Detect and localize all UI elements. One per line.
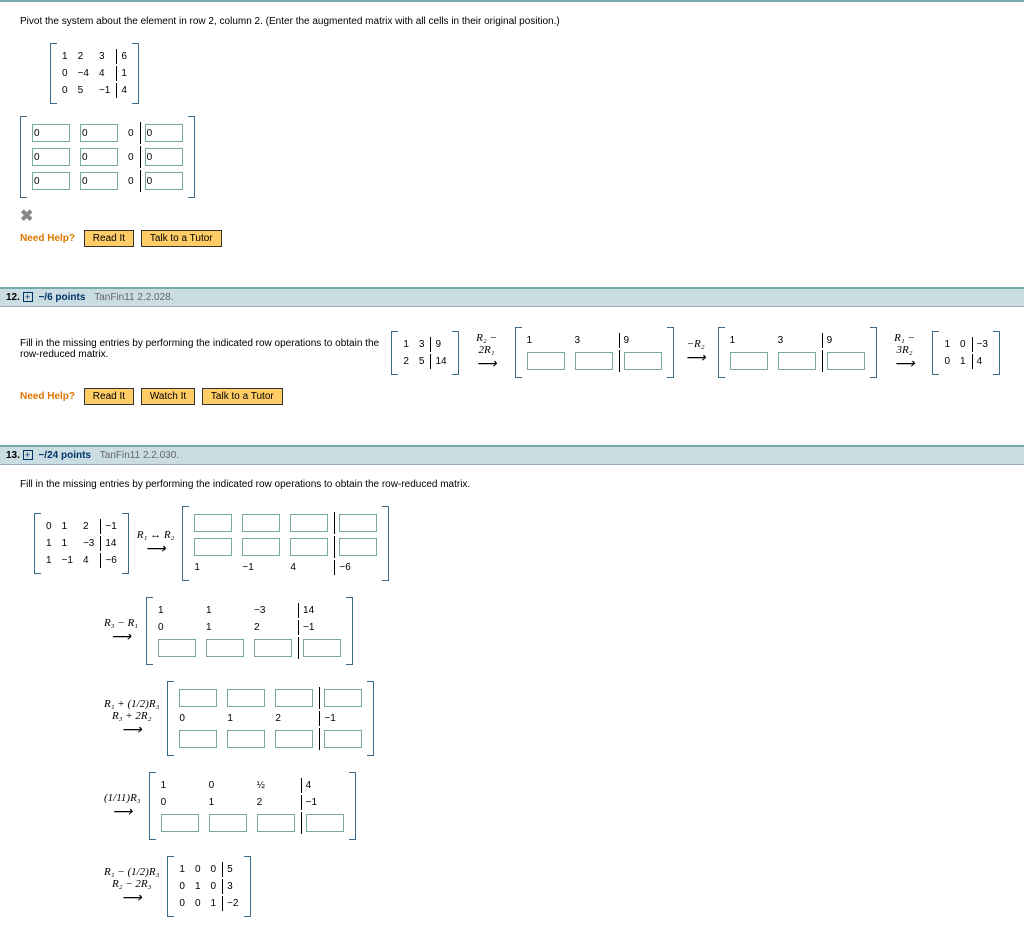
q13-s4: 10½4 012−1 bbox=[149, 772, 356, 840]
i[interactable] bbox=[161, 814, 199, 832]
read-it-button[interactable]: Read It bbox=[84, 388, 134, 405]
q12-i4[interactable] bbox=[730, 352, 768, 370]
q12-i6[interactable] bbox=[827, 352, 865, 370]
q11-c-0-1[interactable] bbox=[80, 124, 118, 142]
q12-op3: R₁ − 3R₂⟶ bbox=[885, 332, 925, 373]
i[interactable] bbox=[275, 730, 313, 748]
q12-header: 12. + −/6 points TanFin11 2.2.028. bbox=[0, 289, 1024, 307]
i[interactable] bbox=[324, 730, 362, 748]
q13-op4: (1/11)R₃⟶ bbox=[100, 792, 145, 821]
q12-instr: Fill in the missing entries by performin… bbox=[20, 338, 383, 360]
i[interactable] bbox=[254, 639, 292, 657]
i[interactable] bbox=[303, 639, 341, 657]
need-help-label: Need Help? bbox=[20, 233, 75, 244]
q12-op2: −R₂⟶ bbox=[682, 338, 710, 367]
q12-i5[interactable] bbox=[778, 352, 816, 370]
i[interactable] bbox=[179, 689, 217, 707]
i[interactable] bbox=[194, 514, 232, 532]
i[interactable] bbox=[194, 538, 232, 556]
q13-s1: 1−14−6 bbox=[182, 506, 389, 581]
q12-i2[interactable] bbox=[575, 352, 613, 370]
i[interactable] bbox=[339, 514, 377, 532]
i[interactable] bbox=[324, 689, 362, 707]
q13-op5: R₁ − (1/2)R₃R₂ − 2R₃⟶ bbox=[100, 866, 163, 907]
q11-given-matrix: 1236 0−441 05−14 bbox=[50, 43, 139, 104]
i[interactable] bbox=[257, 814, 295, 832]
talk-tutor-button[interactable]: Talk to a Tutor bbox=[141, 230, 222, 247]
q13-op2: R₃ − R₁⟶ bbox=[100, 617, 142, 646]
q11-c-1-3[interactable] bbox=[145, 148, 183, 166]
q12-m4: 10−3 014 bbox=[932, 331, 1000, 375]
q13-op1: R₁ ↔ R₂⟶ bbox=[133, 529, 179, 558]
i[interactable] bbox=[339, 538, 377, 556]
q11-c-0-0[interactable] bbox=[32, 124, 70, 142]
incorrect-icon: ✖ bbox=[20, 206, 1004, 226]
q13-m1: 012−1 11−314 1−14−6 bbox=[34, 513, 129, 574]
q12-op1: R₂ − 2R₁⟶ bbox=[467, 332, 507, 373]
q11-c-0-3[interactable] bbox=[145, 124, 183, 142]
need-help-label: Need Help? bbox=[20, 391, 75, 402]
talk-tutor-button[interactable]: Talk to a Tutor bbox=[202, 388, 283, 405]
q12-i3[interactable] bbox=[624, 352, 662, 370]
i[interactable] bbox=[209, 814, 247, 832]
q12-i1[interactable] bbox=[527, 352, 565, 370]
i[interactable] bbox=[179, 730, 217, 748]
q11-c-2-3[interactable] bbox=[145, 172, 183, 190]
i[interactable] bbox=[306, 814, 344, 832]
i[interactable] bbox=[158, 639, 196, 657]
q11-c-1-1[interactable] bbox=[80, 148, 118, 166]
q11-c-2-0[interactable] bbox=[32, 172, 70, 190]
q11-answer-matrix: 0 0 0 bbox=[20, 116, 195, 198]
q12-m1: 139 2514 bbox=[391, 331, 458, 375]
i[interactable] bbox=[227, 689, 265, 707]
q13-s2: 11−314 012−1 bbox=[146, 597, 353, 665]
i[interactable] bbox=[275, 689, 313, 707]
q11-c-2-1[interactable] bbox=[80, 172, 118, 190]
i[interactable] bbox=[242, 514, 280, 532]
read-it-button[interactable]: Read It bbox=[84, 230, 134, 247]
i[interactable] bbox=[227, 730, 265, 748]
i[interactable] bbox=[206, 639, 244, 657]
i[interactable] bbox=[290, 538, 328, 556]
expand-icon[interactable]: + bbox=[23, 450, 33, 460]
q12-m3: 139 bbox=[718, 327, 877, 378]
q13-m5: 1005 0103 001−2 bbox=[167, 856, 250, 917]
q13-s3: 012−1 bbox=[167, 681, 374, 756]
q11-c-1-0[interactable] bbox=[32, 148, 70, 166]
i[interactable] bbox=[290, 514, 328, 532]
q13-op3: R₁ + (1/2)R₃R₃ + 2R₂⟶ bbox=[100, 698, 163, 739]
expand-icon[interactable]: + bbox=[23, 292, 33, 302]
q13-header: 13. + −/24 points TanFin11 2.2.030. bbox=[0, 447, 1024, 465]
watch-it-button[interactable]: Watch It bbox=[141, 388, 195, 405]
q12-m2: 139 bbox=[515, 327, 674, 378]
q11-instr: Pivot the system about the element in ro… bbox=[20, 16, 1004, 27]
i[interactable] bbox=[242, 538, 280, 556]
q13-instr: Fill in the missing entries by performin… bbox=[20, 479, 1004, 490]
